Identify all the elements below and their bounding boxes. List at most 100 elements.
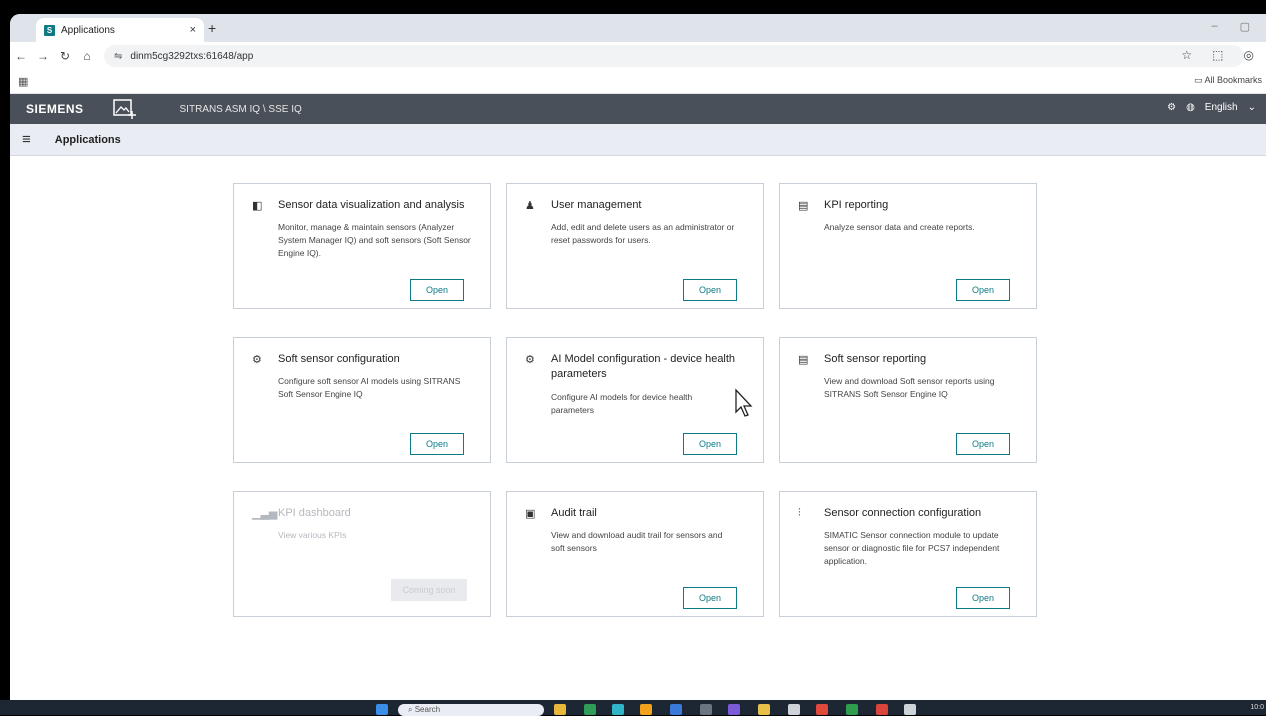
card-sensor-connection-configuration: ⫶ Sensor connection configuration SIMATIC…: [779, 491, 1037, 617]
users-icon: ♟: [525, 200, 535, 212]
card-description: Analyze sensor data and create reports.: [824, 222, 975, 232]
excel-icon[interactable]: [846, 704, 858, 715]
card-title: AI Model configuration - device health p…: [551, 353, 736, 380]
gear-icon: ⚙: [525, 354, 535, 366]
report-icon: ▤: [798, 200, 809, 212]
image-add-logo-icon: [112, 99, 136, 119]
windows-start-icon[interactable]: [376, 704, 388, 715]
teams-icon[interactable]: [728, 704, 740, 715]
window-controls: – ▢: [1211, 20, 1250, 33]
siemens-logo: SIEMENS: [26, 102, 84, 116]
browser-toolbar-right: ☆ ⬚ ◎: [1181, 48, 1254, 62]
card-description: View and download audit trail for sensor…: [551, 530, 723, 553]
tab-strip: S Applications × + – ▢: [10, 14, 1266, 42]
app-icon[interactable]: [700, 704, 712, 715]
card-description: SIMATIC Sensor connection module to upda…: [824, 530, 1000, 566]
app-header: SIEMENS SITRANS ASM IQ \ SSE IQ ⚙ ◍ Engl…: [10, 94, 1266, 124]
url-text: dinm5cg3292txs:61648/app: [130, 50, 254, 62]
settings-icon[interactable]: ⚙: [1167, 102, 1176, 113]
apps-grid-icon[interactable]: ▦: [18, 75, 28, 88]
page-header: ≡ Applications: [10, 124, 1266, 156]
profile-icon[interactable]: ◎: [1244, 48, 1254, 62]
home-icon[interactable]: ⌂: [76, 49, 98, 63]
close-tab-icon[interactable]: ×: [190, 24, 196, 36]
card-kpi-dashboard: ▁▃▅ KPI dashboard View various KPIs Comin…: [233, 491, 491, 617]
card-soft-sensor-configuration: ⚙ Soft sensor configuration Configure sof…: [233, 337, 491, 463]
applications-grid: ◧ Sensor data visualization and analysis …: [10, 156, 1266, 700]
edge-icon[interactable]: [612, 704, 624, 715]
restore-icon[interactable]: ▢: [1240, 20, 1250, 33]
open-button[interactable]: Open: [956, 433, 1010, 455]
card-title: Audit trail: [551, 507, 597, 519]
card-description: Add, edit and delete users as an adminis…: [551, 222, 735, 245]
header-actions: ⚙ ◍ English ⌄: [1167, 102, 1256, 113]
card-title: Soft sensor reporting: [824, 353, 927, 365]
reload-icon[interactable]: ↻: [54, 49, 76, 63]
bookmarks-bar: ▦ ▭ All Bookmarks: [10, 70, 1266, 94]
address-bar-row: ← → ↻ ⌂ ⇋ dinm5cg3292txs:61648/app: [10, 42, 1266, 70]
back-icon[interactable]: ←: [10, 49, 32, 63]
file-explorer-icon[interactable]: [554, 704, 566, 715]
app-icon[interactable]: [584, 704, 596, 715]
sliders-icon: ⫶: [798, 507, 801, 519]
open-button[interactable]: Open: [683, 587, 737, 609]
card-kpi-reporting: ▤ KPI reporting Analyze sensor data and c…: [779, 183, 1037, 309]
siemens-favicon-icon: S: [44, 24, 55, 36]
folder-icon: ▭: [1193, 75, 1205, 85]
site-info-icon[interactable]: ⇋: [114, 51, 122, 62]
product-name: SITRANS ASM IQ \ SSE IQ: [179, 103, 302, 115]
card-title: User management: [551, 199, 642, 211]
card-user-management: ♟ User management Add, edit and delete us…: [506, 183, 764, 309]
open-button[interactable]: Open: [683, 279, 737, 301]
new-tab-button[interactable]: +: [208, 20, 216, 36]
card-description: Configure soft sensor AI models using SI…: [278, 376, 461, 399]
all-bookmarks-link[interactable]: ▭ All Bookmarks: [1194, 75, 1262, 86]
card-soft-sensor-reporting: ▤ Soft sensor reporting View and download…: [779, 337, 1037, 463]
card-title: Soft sensor configuration: [278, 353, 400, 365]
taskbar-clock: 10:0: [1250, 704, 1264, 711]
notepad-icon[interactable]: [904, 704, 916, 715]
page-title: Applications: [54, 133, 121, 146]
chevron-down-icon[interactable]: ⌄: [1248, 102, 1256, 113]
report-icon: ▤: [798, 354, 809, 366]
minimize-icon[interactable]: –: [1211, 20, 1217, 33]
card-title: KPI dashboard: [278, 507, 351, 519]
card-description: Monitor, manage & maintain sensors (Anal…: [278, 222, 471, 258]
open-button[interactable]: Open: [956, 279, 1010, 301]
powerpoint-icon[interactable]: [876, 704, 888, 715]
forward-icon[interactable]: →: [32, 49, 54, 63]
card-description: Configure AI models for device health pa…: [551, 392, 693, 415]
card-audit-trail: ▣ Audit trail View and download audit tra…: [506, 491, 764, 617]
card-title: KPI reporting: [824, 199, 889, 211]
app-icon[interactable]: [788, 704, 800, 715]
search-icon: ⌕: [408, 705, 415, 714]
open-button[interactable]: Open: [683, 433, 737, 455]
open-button[interactable]: Open: [410, 433, 464, 455]
card-description: View various KPIs: [278, 530, 347, 540]
card-title: Sensor data visualization and analysis: [278, 199, 465, 211]
extensions-icon[interactable]: ⬚: [1212, 48, 1223, 62]
vscode-icon[interactable]: [670, 704, 682, 715]
bookmark-star-icon[interactable]: ☆: [1181, 48, 1192, 62]
app-icon[interactable]: [640, 704, 652, 715]
card-description: View and download Soft sensor reports us…: [824, 376, 995, 399]
language-select[interactable]: English: [1205, 102, 1238, 113]
url-field[interactable]: ⇋ dinm5cg3292txs:61648/app: [104, 45, 1244, 67]
card-sensor-data-visualization: ◧ Sensor data visualization and analysis …: [233, 183, 491, 309]
sensor-icon: ◧: [252, 200, 263, 212]
open-button[interactable]: Open: [410, 279, 464, 301]
calendar-icon: ▣: [525, 508, 536, 520]
taskbar-search[interactable]: ⌕ Search: [398, 704, 544, 716]
chrome-icon[interactable]: [816, 704, 828, 715]
tab-title: Applications: [61, 24, 115, 36]
mouse-cursor-icon: [735, 388, 753, 417]
gear-icon: ⚙: [252, 354, 262, 366]
card-ai-model-configuration: ⚙ AI Model configuration - device health …: [506, 337, 764, 463]
open-button[interactable]: Open: [956, 587, 1010, 609]
hamburger-menu-icon[interactable]: ≡: [22, 131, 31, 148]
bar-chart-icon: ▁▃▅: [252, 508, 278, 520]
app-icon[interactable]: [758, 704, 770, 715]
browser-window: S Applications × + – ▢ ← → ↻ ⌂ ⇋ dinm5cg…: [10, 14, 1266, 700]
tab-applications[interactable]: S Applications ×: [36, 18, 204, 42]
card-title: Sensor connection configuration: [824, 507, 982, 519]
